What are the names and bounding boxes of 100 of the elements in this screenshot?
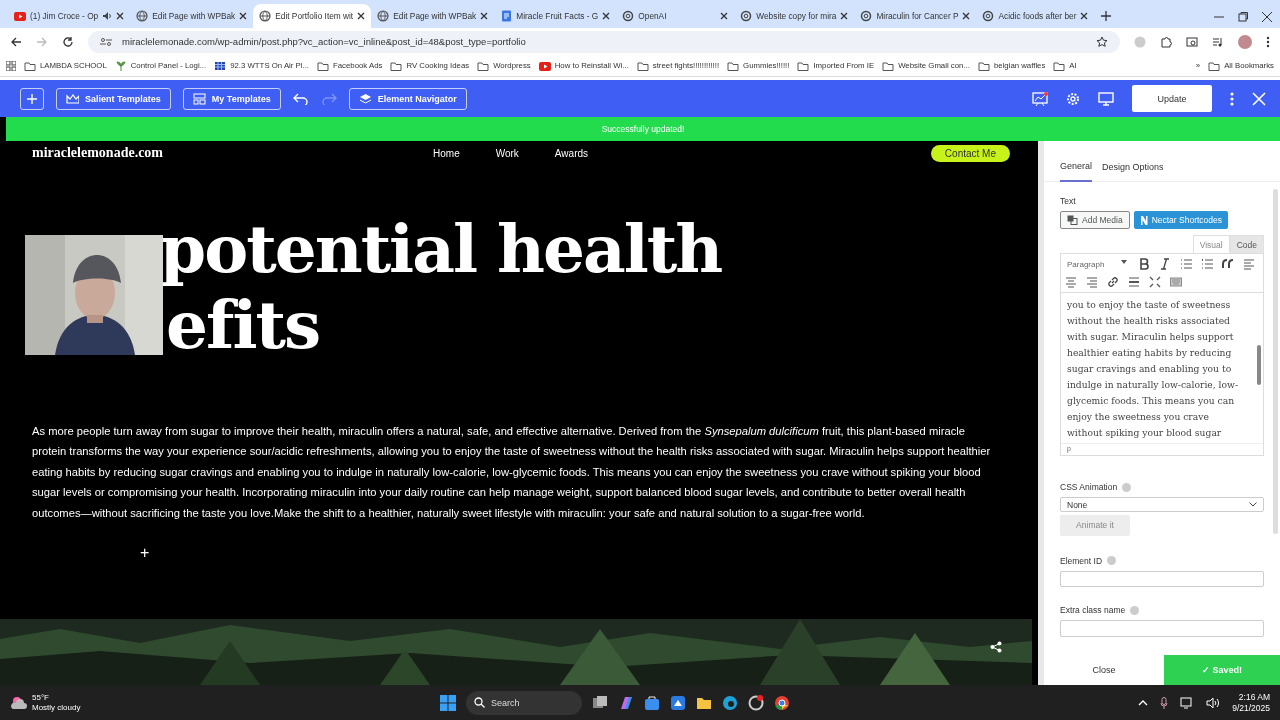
copilot-icon[interactable] xyxy=(618,694,634,711)
close-icon[interactable] xyxy=(720,12,729,20)
add-element-button[interactable] xyxy=(20,87,44,110)
windows-icon[interactable] xyxy=(440,694,456,711)
close-icon[interactable] xyxy=(116,12,125,20)
editor-tab[interactable]: Code xyxy=(1229,235,1264,253)
browser-tab[interactable]: Miracle Fruit Facts - G xyxy=(494,4,617,28)
browser-tab[interactable]: (1) Jim Croce - Op xyxy=(8,4,131,28)
clock-date[interactable]: 9/21/2025 xyxy=(1232,702,1270,714)
address-bar[interactable]: miraclelemonade.com/wp-admin/post.php?vc_action=vc_inline&post_id=48&post_type=portfolio xyxy=(88,30,1120,53)
task-view-icon[interactable] xyxy=(592,694,608,711)
format-dropdown[interactable]: Paragraph xyxy=(1065,259,1129,269)
app-icon[interactable] xyxy=(670,694,686,711)
close-icon[interactable] xyxy=(357,12,366,20)
add-media-button[interactable]: Add Media xyxy=(1060,211,1130,229)
browser-tab[interactable]: Website copy for mira xyxy=(734,4,855,28)
add-row-icon[interactable]: + xyxy=(140,545,152,562)
bold-icon[interactable] xyxy=(1138,258,1150,270)
scrollbar[interactable] xyxy=(1273,189,1278,534)
more-icon[interactable] xyxy=(1230,91,1234,106)
keyboard-icon[interactable] xyxy=(1170,276,1182,288)
tab-title: Miraculin for Cancer P xyxy=(876,11,959,21)
close-icon[interactable] xyxy=(480,12,489,20)
share-icon[interactable] xyxy=(990,641,1002,653)
panel-tab[interactable]: General xyxy=(1060,159,1093,182)
clock-time[interactable]: 2:16 AM xyxy=(1232,691,1270,703)
star-icon[interactable] xyxy=(1096,35,1108,48)
restore-icon[interactable] xyxy=(1238,12,1248,22)
undo-icon[interactable] xyxy=(292,92,309,105)
chrome-icon[interactable] xyxy=(774,694,790,711)
store-icon[interactable] xyxy=(644,694,660,711)
search-tab-icon[interactable] xyxy=(1186,35,1198,48)
monitor-icon[interactable] xyxy=(1098,91,1114,106)
contact-button[interactable]: Contact Me xyxy=(930,144,1010,162)
chevron-down-icon xyxy=(1249,502,1257,508)
chart-icon[interactable] xyxy=(1032,91,1048,106)
folder-icon xyxy=(727,59,740,72)
text-input[interactable] xyxy=(1060,620,1264,637)
browser-tab[interactable]: Miraculin for Cancer P xyxy=(854,4,977,28)
link-icon[interactable] xyxy=(1107,276,1119,288)
grid-icon xyxy=(214,59,227,72)
close-icon[interactable] xyxy=(962,12,971,20)
media-icon[interactable] xyxy=(1212,35,1224,48)
edge-icon[interactable] xyxy=(722,694,738,711)
puzzle-icon[interactable] xyxy=(1160,35,1172,48)
cloud-icon xyxy=(10,695,28,710)
volume-icon[interactable] xyxy=(1206,696,1221,709)
fullscreen-icon[interactable] xyxy=(1149,276,1161,288)
nav-link[interactable]: Work xyxy=(495,147,519,159)
close-icon[interactable] xyxy=(840,12,849,20)
search-icon xyxy=(474,697,485,708)
animation-select[interactable]: None xyxy=(1060,497,1264,513)
site-logo[interactable]: miraclelemonade.com xyxy=(32,145,163,161)
close-icon[interactable] xyxy=(239,12,248,20)
toolbar-button[interactable]: Salient Templates xyxy=(56,87,171,110)
profile-avatar[interactable] xyxy=(1238,34,1252,49)
field-label: CSS Animation xyxy=(1060,482,1264,492)
nav-link[interactable]: Awards xyxy=(554,147,589,159)
field-label: Extra class name xyxy=(1060,605,1264,616)
nav-link[interactable]: Home xyxy=(433,147,460,159)
circle-app-icon[interactable] xyxy=(748,694,764,711)
close-icon[interactable] xyxy=(1080,12,1089,20)
folder-icon xyxy=(977,59,990,72)
tab-title: (1) Jim Croce - Op xyxy=(30,11,99,21)
chevron-up-icon[interactable] xyxy=(1138,699,1149,706)
plus-icon xyxy=(27,93,37,104)
browser-tab[interactable]: Edit Page with WPBak xyxy=(130,4,254,28)
back-icon[interactable] xyxy=(10,35,22,48)
editor-tab[interactable]: Visual xyxy=(1192,235,1230,253)
browser-tab[interactable]: Acidic foods after ber xyxy=(976,4,1095,28)
close-icon[interactable] xyxy=(602,12,611,20)
microphone-icon[interactable] xyxy=(1160,696,1169,709)
italic-icon[interactable] xyxy=(1159,258,1171,270)
read-more-icon[interactable] xyxy=(1128,276,1140,288)
scrollbar-thumb[interactable] xyxy=(1257,345,1261,385)
browser-tab[interactable]: OpenAI xyxy=(616,4,735,28)
caret-icon xyxy=(1121,259,1127,265)
n-logo-icon xyxy=(1139,215,1148,225)
plus-icon[interactable] xyxy=(1101,11,1112,21)
toolbar-button[interactable]: My Templates xyxy=(182,87,281,110)
reload-icon[interactable] xyxy=(62,35,74,48)
folder-icon xyxy=(797,59,810,72)
settings-icon[interactable] xyxy=(1066,91,1080,106)
apps-icon[interactable] xyxy=(6,60,16,71)
crown-icon xyxy=(66,92,79,105)
close-icon[interactable] xyxy=(1262,12,1272,22)
layers-icon xyxy=(358,92,372,105)
more-icon[interactable] xyxy=(1266,35,1270,48)
toolbar-button[interactable]: Element Navigator xyxy=(348,87,467,110)
editor-text[interactable]: you to enjoy the taste of sweetness without the health risks associated with sugar. Miraculin helps support healthier eating habits by reducing sugar cravings and enabling you to indulge in naturally low-calorie, low- glycemic foods. This means you can enjoy the sweetness you crave without spiking your blood sugar xyxy=(1061,293,1255,443)
success-notice: Successfully updated! xyxy=(6,117,1280,141)
panel-tab[interactable]: Design Options xyxy=(1102,159,1164,182)
browser-tab[interactable]: Edit Page with WPBak xyxy=(371,4,495,28)
network-icon[interactable] xyxy=(1180,696,1195,709)
browser-tab[interactable]: Edit Portfolio Item wit xyxy=(253,4,372,28)
folder-icon xyxy=(477,59,490,72)
text-input[interactable] xyxy=(1060,570,1264,588)
update-button[interactable]: Update xyxy=(1132,85,1212,112)
search-field[interactable]: Search xyxy=(466,690,582,715)
quote-icon[interactable] xyxy=(1222,258,1234,270)
